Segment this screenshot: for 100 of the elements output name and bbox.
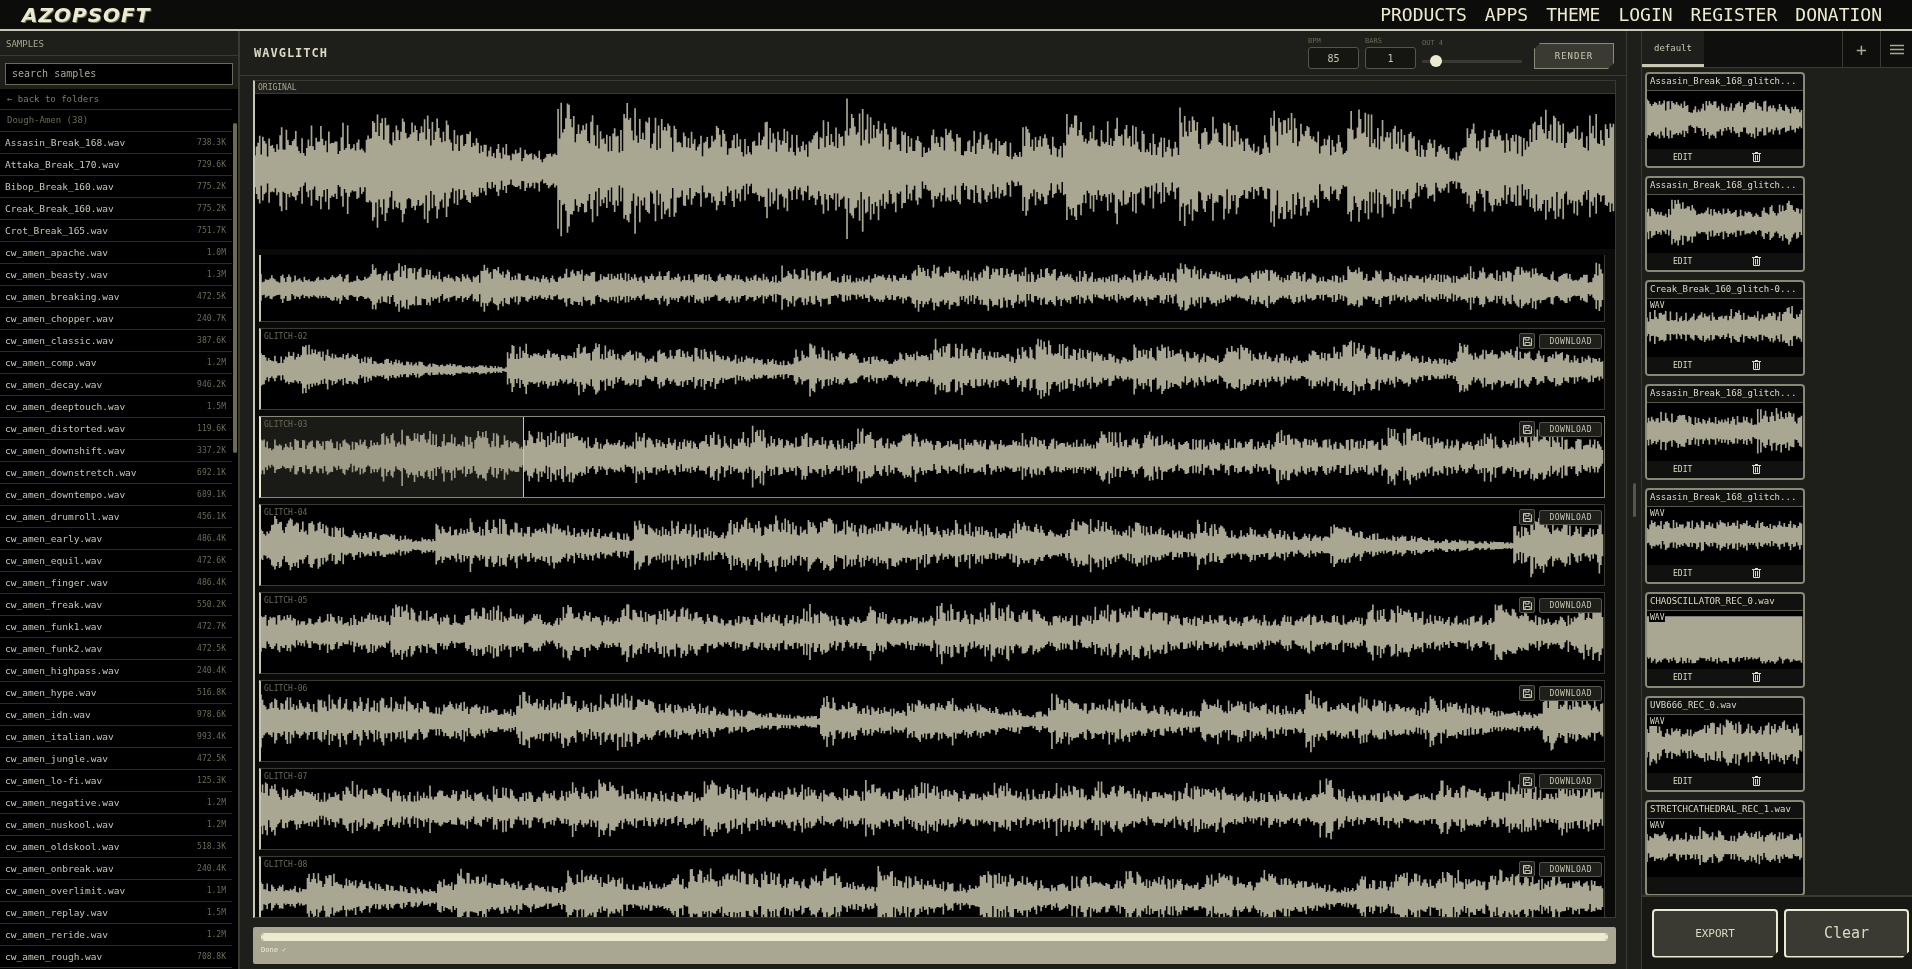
sample-item[interactable]: cw_amen_nuskool.wav 1.2M [0,813,232,836]
sample-card[interactable]: Creak_Break_160_glitch-0... WAV EDIT [1645,280,1805,376]
sample-item[interactable]: cw_amen_breaking.wav 472.5K [0,285,232,308]
sample-item[interactable]: cw_amen_reride.wav 1.2M [0,923,232,946]
sample-item[interactable]: cw_amen_replay.wav 1.5M [0,901,232,924]
sample-item[interactable]: cw_amen_chopper.wav 240.7K [0,307,232,330]
sample-card[interactable]: Assasin_Break_168_glitch... WAV EDIT [1645,488,1805,584]
sample-item[interactable]: cw_amen_overlimit.wav 1.1M [0,879,232,902]
sample-item[interactable]: cw_amen_idn.wav 978.6K [0,703,232,726]
sample-item[interactable]: cw_amen_drumroll.wav 456.1K [0,505,232,528]
sample-item[interactable]: cw_amen_apache.wav 1.0M [0,241,232,264]
slider-thumb[interactable] [1430,55,1442,67]
track-lane[interactable]: GLITCH-07 DOWNLOAD [259,768,1605,850]
trash-icon[interactable] [1752,360,1762,371]
sample-item[interactable]: cw_amen_distorted.wav 119.6K [0,417,232,440]
scrollbar[interactable] [233,123,237,453]
trash-icon[interactable] [1752,568,1762,579]
sample-item[interactable]: cw_amen_classic.wav 387.6K [0,329,232,352]
resize-handle[interactable] [1632,483,1636,517]
save-icon[interactable] [1519,421,1536,437]
track-lane[interactable]: GLITCH-02 DOWNLOAD [259,328,1605,410]
sample-item[interactable]: Attaka_Break_170.wav 729.6K [0,153,232,176]
save-icon[interactable] [1519,861,1536,877]
edit-button[interactable]: EDIT [1673,256,1693,266]
track-lane[interactable]: GLITCH-03 DOWNLOAD [259,416,1605,498]
edit-button[interactable]: EDIT [1673,776,1693,786]
sample-item[interactable]: cw_amen_downtempo.wav 689.1K [0,483,232,506]
sample-card[interactable]: STRETCHCATHEDRAL_REC_1.wav WAV [1645,800,1805,895]
sample-item[interactable]: Bibop_Break_160.wav 775.2K [0,175,232,198]
back-link[interactable]: ← back to folders [0,88,232,110]
nav-link[interactable]: PRODUCTS [1380,4,1467,25]
track-lane[interactable]: GLITCH-05 DOWNLOAD [259,592,1605,674]
save-icon[interactable] [1519,597,1536,613]
trash-icon[interactable] [1752,152,1762,163]
sample-item[interactable]: cw_amen_comp.wav 1.2M [0,351,232,374]
export-button[interactable]: EXPORT [1652,908,1778,958]
sample-item[interactable]: cw_amen_downshift.wav 337.2K [0,439,232,462]
sample-item[interactable]: cw_amen_oldskool.wav 518.3K [0,835,232,858]
sample-item[interactable]: Assasin_Break_168.wav 738.3K [0,131,232,154]
clear-button[interactable]: Clear [1784,908,1909,958]
nav-link[interactable]: DONATION [1795,4,1882,25]
sample-item[interactable]: cw_amen_finger.wav 486.4K [0,571,232,594]
save-icon[interactable] [1519,685,1536,701]
sample-item[interactable]: Crot_Break_165.wav 751.7K [0,219,232,242]
render-button[interactable]: RENDER [1534,43,1614,69]
save-icon[interactable] [1519,773,1536,789]
download-button[interactable]: DOWNLOAD [1539,421,1602,437]
sample-item[interactable]: cw_amen_decay.wav 946.2K [0,373,232,396]
download-button[interactable]: DOWNLOAD [1539,597,1602,613]
edit-button[interactable]: EDIT [1673,464,1693,474]
edit-button[interactable]: EDIT [1673,152,1693,162]
sample-item[interactable]: cw_amen_negative.wav 1.2M [0,791,232,814]
bars-field[interactable]: 1 [1365,47,1416,69]
sample-item[interactable]: cw_amen_funk1.wav 472.7K [0,615,232,638]
edit-button[interactable]: EDIT [1673,568,1693,578]
trash-icon[interactable] [1752,256,1762,267]
sample-item[interactable]: Creak_Break_160.wav 775.2K [0,197,232,220]
track-lane[interactable]: GLITCH-08 DOWNLOAD [259,856,1605,917]
sample-item[interactable]: cw_amen_onbreak.wav 240.4K [0,857,232,880]
trash-icon[interactable] [1752,464,1762,475]
download-button[interactable]: DOWNLOAD [1539,773,1602,789]
download-button[interactable]: DOWNLOAD [1539,333,1602,349]
sample-item[interactable]: cw_amen_equil.wav 472.6K [0,549,232,572]
sample-card[interactable]: Assasin_Break_168_glitch... EDIT [1645,176,1805,272]
sample-item[interactable]: cw_amen_early.wav 486.4K [0,527,232,550]
sample-item[interactable]: cw_amen_funk2.wav 472.5K [0,637,232,660]
trash-icon[interactable] [1752,672,1762,683]
tab[interactable]: default [1642,31,1704,67]
sample-item[interactable]: cw_amen_lo-fi.wav 125.3K [0,769,232,792]
bpm-field[interactable]: 85 [1308,47,1359,69]
search-field[interactable]: search samples [5,62,233,85]
sample-item[interactable]: cw_amen_hype.wav 516.8K [0,681,232,704]
sample-item[interactable]: cw_amen_deeptouch.wav 1.5M [0,395,232,418]
download-button[interactable]: DOWNLOAD [1539,509,1602,525]
nav-link[interactable]: APPS [1484,4,1529,25]
track-lane[interactable] [259,255,1605,322]
sample-item[interactable]: cw_amen_beasty.wav 1.3M [0,263,232,286]
edit-button[interactable]: EDIT [1673,672,1693,682]
logo[interactable]: AZOPSOFT [22,2,151,27]
sample-card[interactable]: CHAOSCILLATOR_REC_0.wav WAV EDIT [1645,592,1805,688]
sample-item[interactable]: cw_amen_downstretch.wav 692.1K [0,461,232,484]
track-lane[interactable]: GLITCH-04 DOWNLOAD [259,504,1605,586]
sample-item[interactable]: cw_amen_jungle.wav 472.5K [0,747,232,770]
trash-icon[interactable] [1752,776,1762,787]
sample-card[interactable]: UVB666_REC_0.wav WAV EDIT [1645,696,1805,792]
sample-card[interactable]: Assasin_Break_168_glitch... EDIT [1645,384,1805,480]
track-lane[interactable]: GLITCH-06 DOWNLOAD [259,680,1605,762]
sample-item[interactable]: cw_amen_rough.wav 708.8K [0,945,232,968]
download-button[interactable]: DOWNLOAD [1539,861,1602,877]
save-icon[interactable] [1519,333,1536,349]
nav-link[interactable]: THEME [1546,4,1601,25]
selection-region[interactable] [261,417,524,497]
sample-item[interactable]: cw_amen_italian.wav 993.4K [0,725,232,748]
sample-item[interactable]: cw_amen_highpass.wav 240.4K [0,659,232,682]
edit-button[interactable]: EDIT [1673,360,1693,370]
sample-card[interactable]: Assasin_Break_168_glitch... EDIT [1645,72,1805,168]
nav-link[interactable]: LOGIN [1618,4,1673,25]
download-button[interactable]: DOWNLOAD [1539,685,1602,701]
nav-link[interactable]: REGISTER [1690,4,1778,25]
track-label[interactable]: ORIGINAL [255,81,1615,95]
